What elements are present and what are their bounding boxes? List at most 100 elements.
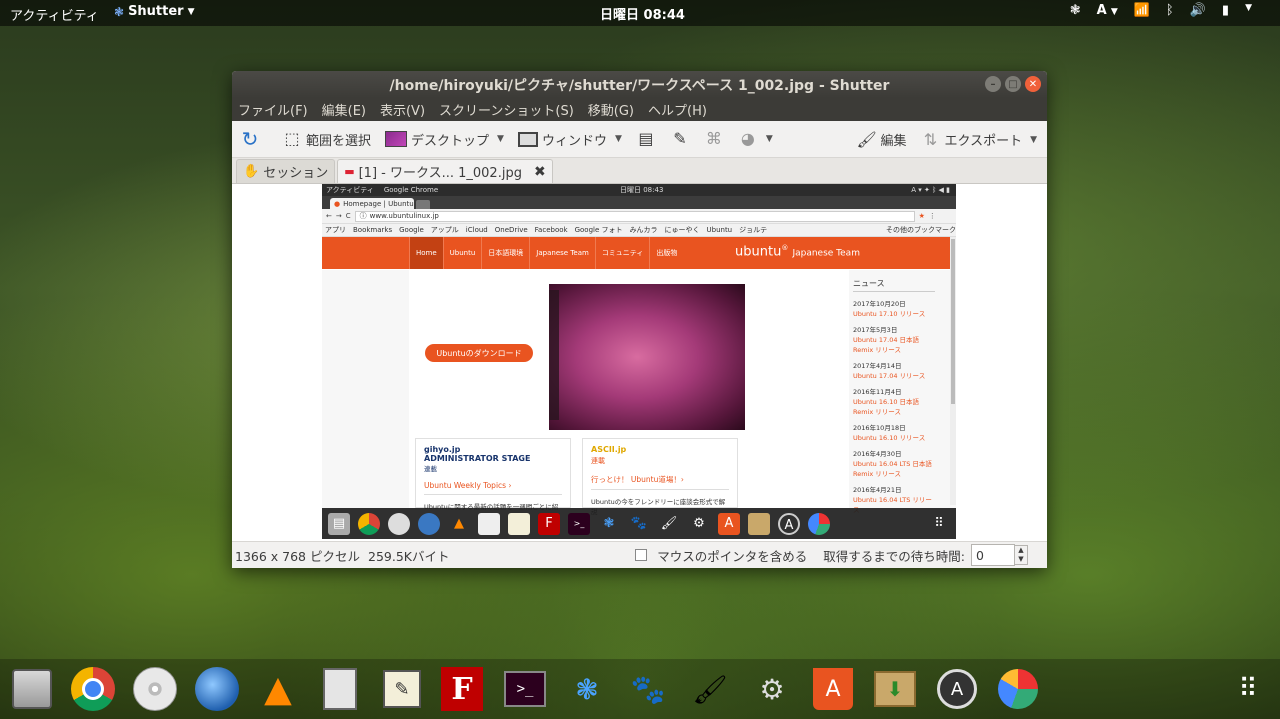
app-menu[interactable]: ❃ Shutter ▼	[114, 4, 195, 19]
include-pointer-checkbox[interactable]	[635, 549, 648, 561]
menu-capture-button[interactable]: ▤	[636, 130, 656, 148]
gimp-icon[interactable]: 🐾	[626, 667, 670, 711]
spinner-arrows[interactable]: ▲ ▼	[1014, 545, 1028, 565]
maximize-button[interactable]: □	[1005, 76, 1021, 92]
web-capture-button[interactable]: ⌘	[704, 130, 724, 148]
chevron-down-icon[interactable]: ▼	[615, 134, 622, 144]
select-area-button[interactable]: ⬚ 範囲を選択	[282, 130, 371, 149]
export-button[interactable]: ⇅ エクスポート ▼	[920, 130, 1037, 149]
files-icon[interactable]	[10, 667, 54, 711]
keyboard-label: A	[1096, 3, 1107, 18]
disk-usage-icon[interactable]	[996, 667, 1040, 711]
image-filesize: 259.5Kバイト	[368, 548, 450, 564]
window-controls: – □ ✕	[985, 76, 1041, 92]
archive-icon[interactable]: ⬇	[873, 667, 917, 711]
preview-bookmarks-bar: アプリ Bookmarks Google アップル iCloud OneDriv…	[322, 224, 956, 237]
minimize-button[interactable]: –	[985, 76, 1001, 92]
text-editor-icon	[508, 512, 530, 535]
close-tab-icon[interactable]: ✖	[534, 164, 546, 180]
delay-spinner[interactable]: 0 ▲ ▼	[971, 544, 1028, 566]
preview-card-ascii: ASCII.jp 連載 行っとけ！ Ubuntu道場！› Ubuntuの今をフレ…	[582, 438, 738, 516]
bluetooth-icon[interactable]: ᛒ	[1166, 3, 1174, 18]
news-date: 2017年5月3日	[853, 326, 898, 334]
nav-item: 日本語環境	[481, 237, 529, 269]
card-tag: 連載	[424, 465, 437, 473]
card-link: Ubuntu Weekly Topics ›	[424, 481, 562, 495]
preview-download-button: Ubuntuのダウンロード	[425, 344, 533, 362]
news-item: Ubuntu 17.04 日本語 Remix リリース	[853, 336, 920, 354]
settings-icon[interactable]: ⚙	[750, 667, 794, 711]
vlc-icon[interactable]: ▲	[256, 667, 300, 711]
statusbar: 1366 x 768 ピクセル 259.5Kバイト マウスのポインタを含める 取…	[232, 541, 1047, 568]
preview-top-panel: アクティビティ Google Chrome 日曜日 08:43 A ▾ ✦ ᛒ …	[322, 184, 956, 196]
news-date: 2017年4月14日	[853, 362, 902, 370]
nav-item: コミュニティ	[594, 237, 650, 269]
globe-button[interactable]: ◕ ▼	[738, 130, 773, 148]
close-button[interactable]: ✕	[1025, 76, 1041, 92]
menu-edit[interactable]: 編集(E)	[322, 100, 366, 119]
image-view[interactable]: アクティビティ Google Chrome 日曜日 08:43 A ▾ ✦ ᛒ …	[232, 184, 1047, 541]
delay-value: 0	[976, 547, 984, 563]
bookmark-item: にゅーやく	[664, 226, 700, 234]
paint-icon: 🖌	[660, 515, 678, 531]
menu-view[interactable]: 表示(V)	[380, 100, 425, 119]
window-capture-button[interactable]: ウィンドウ ▼	[517, 130, 622, 149]
text-editor-icon[interactable]: ✎	[380, 667, 424, 711]
show-apps-icon[interactable]: ⠿	[1226, 667, 1270, 711]
show-apps-icon: ⠿	[934, 515, 944, 531]
preview-scrollbar	[950, 237, 956, 505]
clock[interactable]: 日曜日 08:44	[600, 4, 685, 23]
terminal-icon[interactable]: >_	[503, 667, 547, 711]
bookmark-item: iCloud	[465, 226, 488, 234]
preview-tray-icons: A ▾ ✦ ᛒ ◀ ▮	[911, 186, 950, 194]
preview-launcher	[549, 290, 559, 420]
battery-icon[interactable]: ▮	[1222, 3, 1229, 18]
news-title: ニュース	[853, 278, 935, 292]
menu-help[interactable]: ヘルプ(H)	[648, 100, 707, 119]
bookmark-item: その他のブックマーク	[886, 226, 956, 234]
menu-file[interactable]: ファイル(F)	[238, 100, 308, 119]
refresh-button[interactable]: ↻	[240, 129, 260, 149]
filezilla-icon[interactable]: F	[441, 667, 483, 711]
chrome-icon[interactable]	[71, 667, 115, 711]
preview-site-nav: Home Ubuntu 日本語環境 Japanese Team コミュニティ 出…	[409, 237, 683, 269]
shutter-icon[interactable]: ❃	[565, 667, 609, 711]
software-center-icon[interactable]: A	[811, 667, 855, 711]
shutter-tray-icon[interactable]: ❃	[1070, 3, 1081, 18]
disc-icon	[388, 512, 410, 535]
keyboard-indicator[interactable]: A ▼	[1097, 3, 1118, 18]
document-icon[interactable]	[318, 667, 362, 711]
chrome-icon	[358, 512, 380, 535]
chevron-down-icon[interactable]: ▼	[766, 134, 773, 144]
edit-button[interactable]: 🖌 編集	[856, 130, 906, 149]
tooltip-capture-button[interactable]: ✎	[670, 130, 690, 148]
paint-icon[interactable]: 🖌	[688, 667, 732, 711]
volume-icon[interactable]: 🔊	[1190, 3, 1206, 18]
window-capture-label: ウィンドウ	[541, 133, 607, 149]
card-title: ASCII.jp	[591, 445, 627, 454]
menu-go[interactable]: 移動(G)	[588, 100, 634, 119]
chevron-down-icon[interactable]: ▼	[497, 134, 504, 144]
desktop-button[interactable]: デスクトップ ▼	[385, 130, 504, 149]
window-icon	[517, 131, 538, 147]
nav-item: 出版物	[649, 237, 683, 269]
preview-chrome-tabs: ● Homepage | Ubuntu	[322, 196, 956, 209]
wifi-icon[interactable]: 📶	[1134, 3, 1150, 18]
disk-usage-icon	[808, 512, 830, 535]
tab-current-image[interactable]: ▬ [1] - ワークス... 1_002.jpg ✖	[337, 159, 553, 183]
activities-button[interactable]: アクティビティ	[10, 5, 99, 24]
filezilla-icon: F	[538, 512, 560, 535]
thunderbird-icon[interactable]	[195, 667, 239, 711]
disc-icon[interactable]	[133, 667, 177, 711]
toolbar: ↻ ⬚ 範囲を選択 デスクトップ ▼ ウィンドウ ▼ ▤ ✎ ⌘ ◕ ▼ 🖌 編…	[232, 121, 1047, 158]
nav-item: Japanese Team	[529, 237, 595, 269]
window-title: /home/hiroyuki/ピクチャ/shutter/ワークスペース 1_00…	[389, 77, 890, 94]
chevron-down-icon[interactable]: ▼	[1030, 135, 1037, 145]
more-icon: ⋮	[928, 212, 936, 220]
chevron-down-icon[interactable]: ▼	[1245, 3, 1252, 18]
tab-session[interactable]: ✋ セッション	[236, 159, 336, 183]
window-titlebar[interactable]: /home/hiroyuki/ピクチャ/shutter/ワークスペース 1_00…	[232, 71, 1047, 98]
update-icon[interactable]: A	[935, 667, 979, 711]
menu-screenshot[interactable]: スクリーンショット(S)	[439, 100, 574, 119]
thunderbird-icon	[418, 512, 440, 535]
